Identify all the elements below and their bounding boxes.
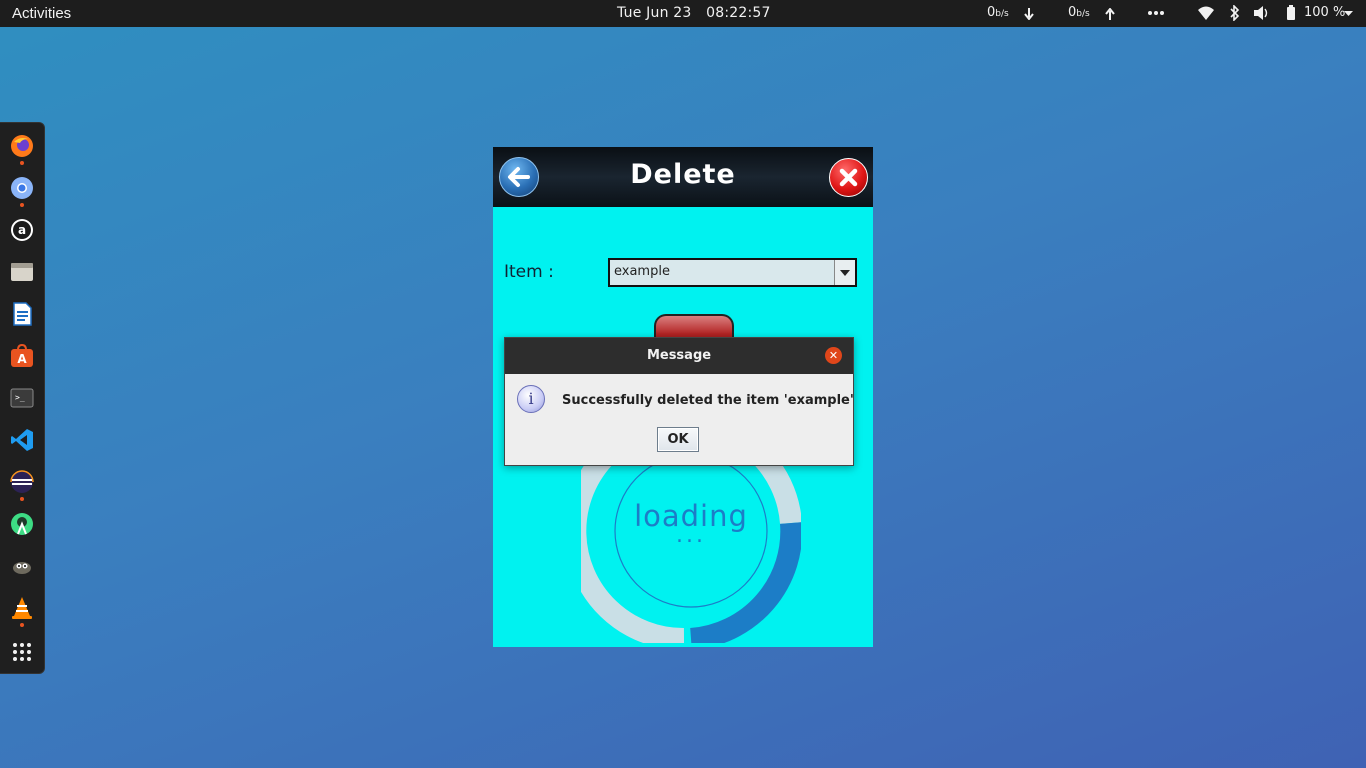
wifi-icon[interactable] — [1198, 6, 1214, 20]
net-up-unit: b/s — [1076, 9, 1090, 19]
clock-time: 08:22:57 — [706, 5, 771, 21]
battery-percent: 100 % — [1304, 5, 1346, 20]
upload-arrow-icon — [1105, 8, 1115, 20]
dialog-title: Message — [646, 348, 712, 363]
amazon-icon[interactable]: a — [10, 218, 34, 242]
dropdown-arrow-icon[interactable] — [834, 260, 855, 285]
close-icon — [839, 168, 858, 187]
svg-text:a: a — [18, 223, 26, 237]
loading-dots: ... — [676, 523, 706, 548]
firefox-icon[interactable] — [10, 134, 34, 158]
clock[interactable]: Tue Jun 23 08:22:57 — [617, 5, 771, 21]
system-menu-chevron-icon[interactable] — [1344, 11, 1353, 17]
download-arrow-icon — [1024, 8, 1034, 20]
dock: a A >_ — [0, 122, 45, 674]
terminal-icon[interactable]: >_ — [10, 386, 34, 410]
vscode-icon[interactable] — [10, 428, 34, 452]
writer-icon[interactable] — [10, 302, 34, 326]
app-center-icon[interactable]: A — [10, 344, 34, 368]
net-up-speed: 0b/s — [1068, 5, 1090, 20]
item-select[interactable]: example — [608, 258, 857, 287]
gimp-icon[interactable] — [10, 554, 34, 578]
net-down-unit: b/s — [995, 9, 1009, 19]
message-dialog: Message ✕ i Successfully deleted the ite… — [504, 337, 854, 466]
vlc-icon[interactable] — [10, 596, 34, 620]
battery-icon[interactable] — [1283, 5, 1299, 21]
more-icon[interactable] — [1148, 11, 1164, 15]
net-down-speed: 0b/s — [987, 5, 1009, 20]
chromium-running-indicator — [20, 203, 24, 207]
activities-button[interactable]: Activities — [12, 5, 71, 22]
window-title: Delete — [630, 159, 736, 190]
eclipse-icon[interactable] — [10, 470, 34, 494]
dialog-close-icon[interactable]: ✕ — [825, 347, 842, 364]
clock-date: Tue Jun 23 — [617, 5, 692, 21]
android-studio-icon[interactable] — [10, 512, 34, 536]
top-bar: Activities Tue Jun 23 08:22:57 0b/s 0b/s… — [0, 0, 1366, 27]
dialog-message: Successfully deleted the item 'example' — [562, 393, 854, 408]
item-select-value: example — [614, 264, 670, 279]
ok-button[interactable]: OK — [657, 427, 699, 452]
loading-spinner — [581, 453, 801, 643]
item-label: Item : — [504, 262, 554, 282]
chromium-icon[interactable] — [10, 176, 34, 200]
files-icon[interactable] — [10, 260, 34, 284]
firefox-running-indicator — [20, 161, 24, 165]
show-apps-grid-icon[interactable] — [10, 640, 34, 664]
info-icon: i — [517, 385, 545, 413]
dialog-title-bar[interactable]: Message ✕ — [505, 338, 853, 374]
svg-text:A: A — [17, 352, 27, 366]
vlc-running-indicator — [20, 623, 24, 627]
volume-icon[interactable] — [1254, 6, 1270, 20]
window-header: Delete — [493, 147, 873, 207]
eclipse-running-indicator — [20, 497, 24, 501]
svg-text:>_: >_ — [15, 393, 25, 402]
bluetooth-icon[interactable] — [1229, 5, 1240, 21]
close-window-button[interactable] — [829, 158, 868, 197]
